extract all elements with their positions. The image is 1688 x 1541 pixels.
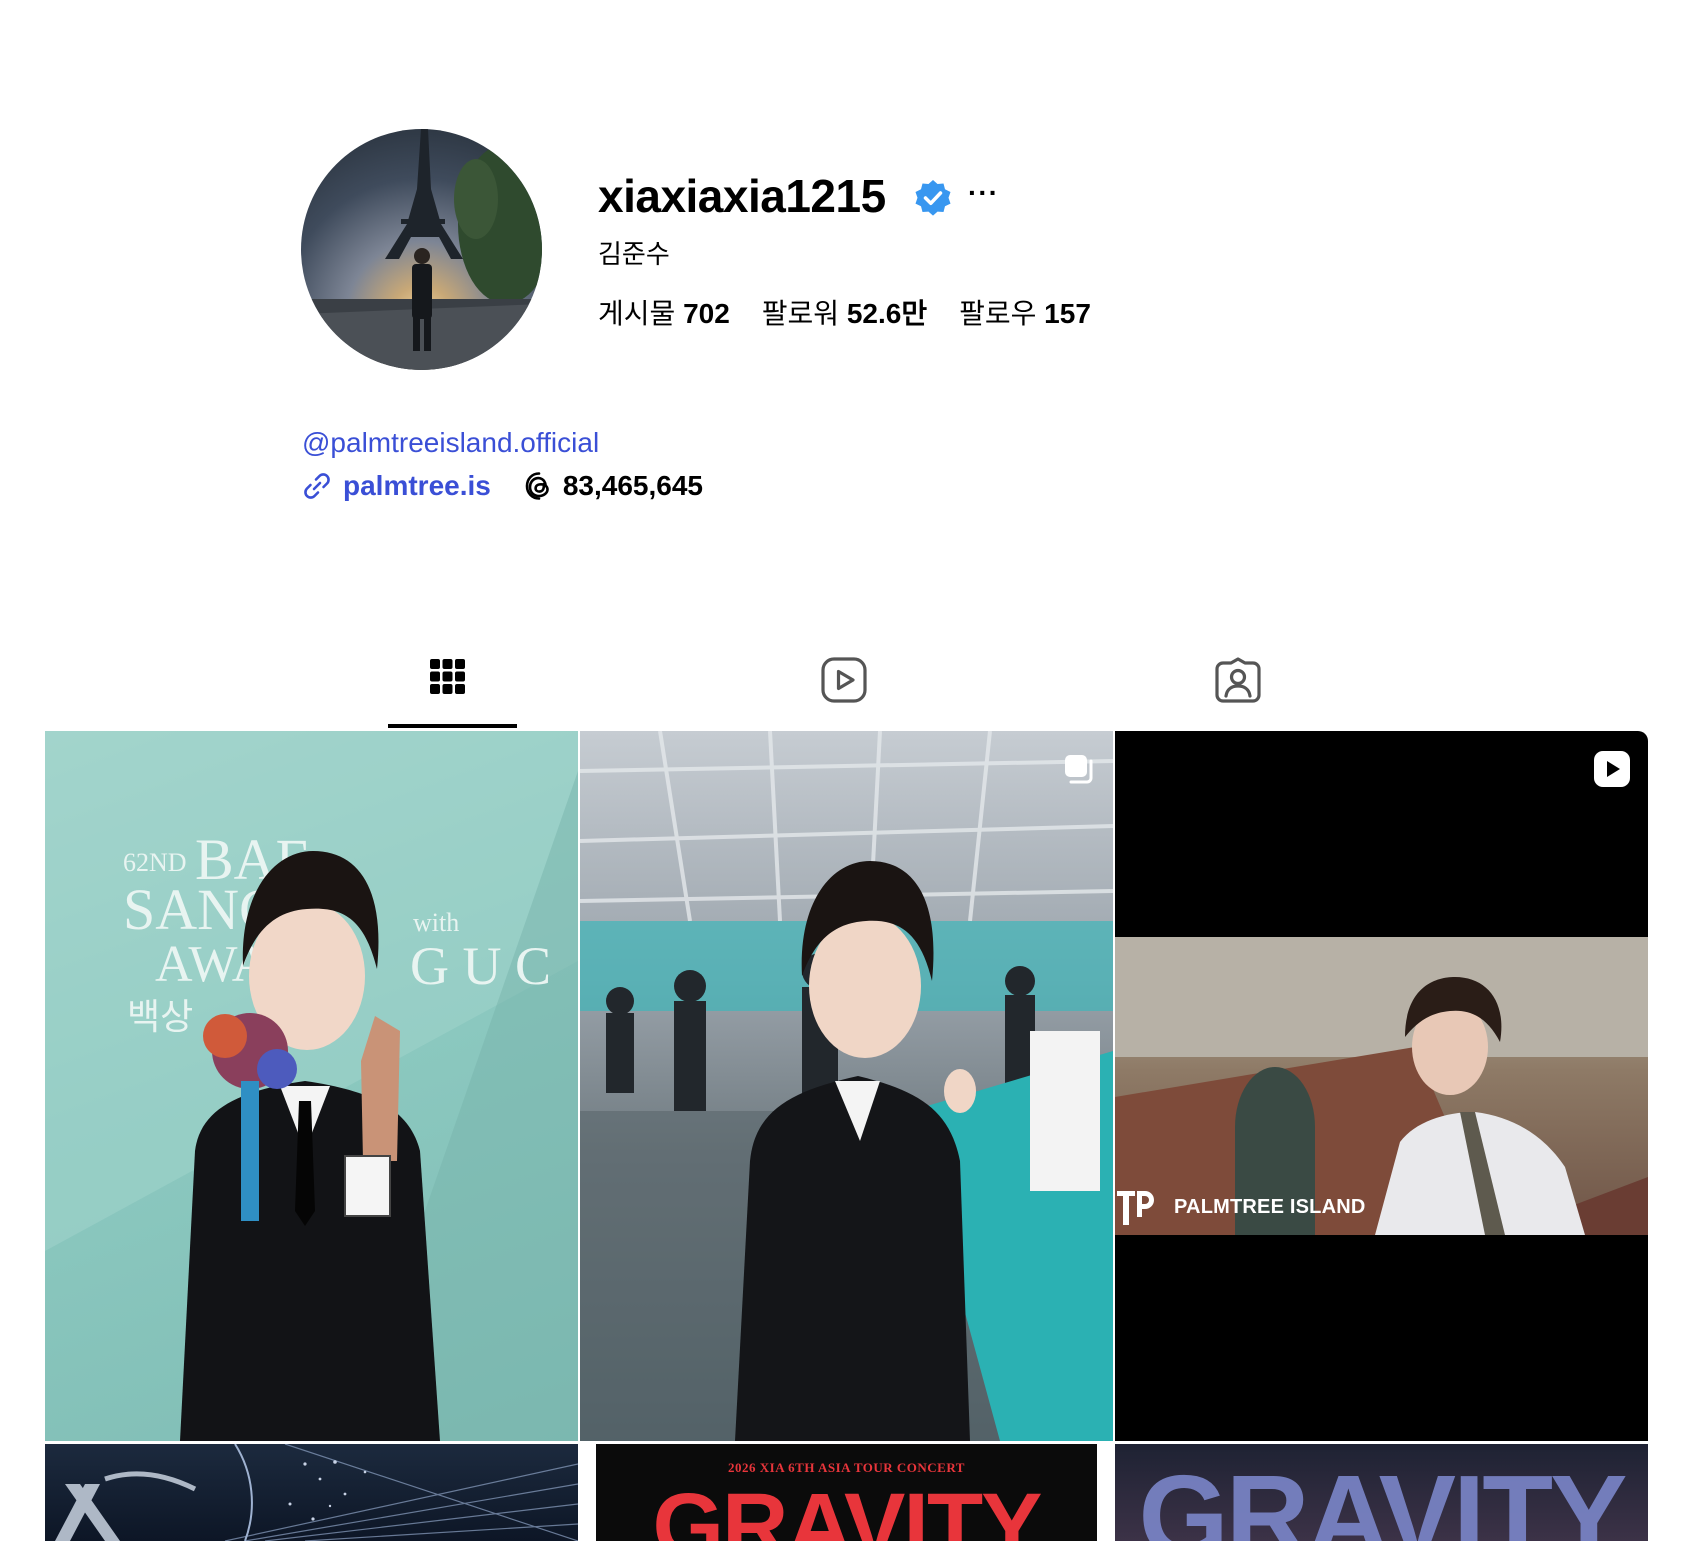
verified-badge-icon [915, 180, 951, 216]
more-options-button[interactable]: ··· [968, 178, 999, 208]
stat-posts-value: 702 [683, 298, 730, 329]
bio-mention-link[interactable]: @palmtreeisland.official [302, 425, 599, 461]
backdrop-text-62nd: 62ND [123, 848, 187, 877]
stat-followers[interactable]: 팔로워 52.6만 [762, 296, 927, 332]
reels-icon[interactable] [820, 656, 868, 704]
stat-posts[interactable]: 게시물 702 [598, 296, 730, 332]
active-tab-indicator [388, 724, 517, 728]
stat-posts-label: 게시물 [598, 298, 676, 329]
backdrop-text-baeksang: 백상 [127, 997, 193, 1037]
multi-image-icon [1065, 755, 1093, 784]
stat-followers-value: 52.6만 [846, 298, 928, 329]
reel-icon [1594, 751, 1630, 787]
stat-followers-label: 팔로워 [761, 298, 840, 329]
post-tile[interactable]: GRAVITY [1115, 1444, 1648, 1541]
profile-full-name: 김준수 [598, 239, 670, 269]
palmtree-logo [1117, 1191, 1154, 1225]
post-tile[interactable]: PALMTREE ISLAND [1115, 731, 1648, 1441]
tagged-person-icon[interactable] [1214, 656, 1262, 704]
bio-links-row: palmtree.is 83,465,645 [301, 468, 703, 504]
profile-stats: 게시물 702 팔로워 52.6만 팔로우 157 [598, 296, 1091, 332]
post-tile[interactable]: 62ND BAE SANG with AWA G U C 백상 [45, 731, 578, 1441]
grid-icon[interactable] [427, 656, 475, 704]
threads-count: 83,465,645 [562, 470, 703, 501]
stat-following-label: 팔로우 [959, 298, 1037, 329]
backdrop-text-with: with [413, 908, 459, 937]
video-frame [1115, 937, 1648, 1235]
concert-title: GRAVITY [652, 1475, 1042, 1541]
profile-username: xiaxiaxia1215 [598, 170, 886, 222]
link-icon [304, 473, 330, 499]
threads-icon[interactable] [523, 470, 555, 502]
profile-avatar[interactable] [301, 129, 542, 370]
post-tile[interactable]: 2026 XIA 6TH ASIA TOUR CONCERT GRAVITY [580, 1444, 1113, 1541]
video-overlay-text: PALMTREE ISLAND [1174, 1196, 1366, 1218]
poster-title: GRAVITY [1138, 1451, 1628, 1541]
external-link[interactable]: palmtree.is [343, 470, 491, 502]
backdrop-text-gucci: G U C [410, 936, 551, 996]
post-tile[interactable] [45, 1444, 578, 1541]
stat-following[interactable]: 팔로우 157 [959, 296, 1091, 332]
stat-following-value: 157 [1044, 298, 1091, 329]
post-tile[interactable] [580, 731, 1113, 1441]
concert-poster: 2026 XIA 6TH ASIA TOUR CONCERT GRAVITY [596, 1444, 1097, 1541]
concert-subtitle: 2026 XIA 6TH ASIA TOUR CONCERT [728, 1460, 965, 1475]
